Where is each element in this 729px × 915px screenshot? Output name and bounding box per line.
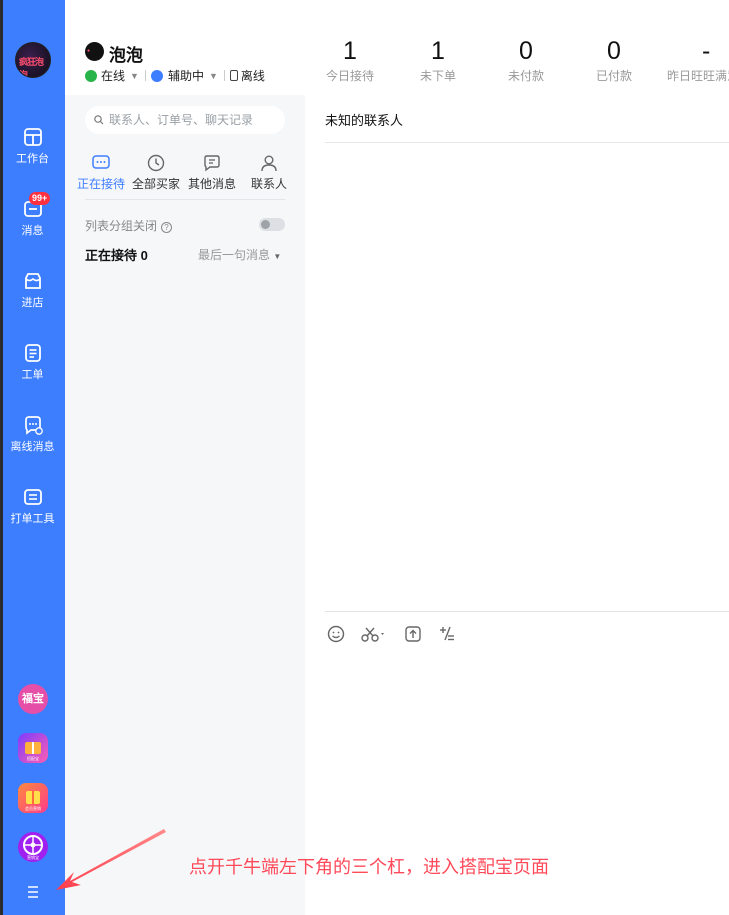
receiving-label: 正在接待 <box>85 248 138 263</box>
receiving-number: 0 <box>140 248 148 263</box>
sidebar-item-message[interactable]: 99+ 消息 <box>0 192 65 238</box>
shop-name: 泡泡 <box>109 46 143 65</box>
clock-icon <box>147 154 165 172</box>
quick-phrase-icon[interactable] <box>437 624 457 644</box>
online-status-icon <box>85 69 97 82</box>
divider <box>325 142 729 143</box>
tab-label: 其他消息 <box>187 177 236 191</box>
sidebar-item-label: 打单工具 <box>10 513 55 525</box>
header: ● 泡泡 在线 ▼ 辅助中 ▼ 离线 1 今日接待 1 未下单 0 未付款 0 … <box>65 0 729 95</box>
tab-receiving[interactable]: 正在接待 <box>74 154 128 192</box>
sort-dropdown[interactable]: 最后一句消息 ▼ <box>198 246 281 263</box>
work-order-icon <box>24 344 41 362</box>
stat-not-ordered: 1 未下单 <box>393 36 483 84</box>
tab-contacts[interactable]: 联系人 <box>242 154 296 192</box>
stat-label: 今日接待 <box>325 69 374 83</box>
person-icon <box>261 155 277 172</box>
receiving-count: 正在接待 0 <box>85 245 148 264</box>
stat-value: 0 <box>519 37 533 65</box>
sidebar-item-offline-message[interactable]: 离线消息 <box>0 414 65 454</box>
stat-yesterday-satisfaction: - 昨日旺旺满意 <box>664 36 729 84</box>
divider <box>325 611 729 612</box>
stat-value: 1 <box>343 37 357 65</box>
print-order-icon <box>23 489 42 505</box>
tab-label: 联系人 <box>250 177 287 191</box>
online-status[interactable]: 在线 <box>101 67 125 84</box>
sidebar-item-workbench[interactable]: 工作台 <box>0 126 65 166</box>
plugin-label: 营销宝 <box>27 855 39 860</box>
hamburger-menu-icon[interactable] <box>22 882 44 902</box>
assist-status[interactable]: 辅助中 <box>168 67 204 84</box>
group-toggle-text: 列表分组关闭 <box>85 219 158 233</box>
annotation-text: 点开千牛端左下角的三个杠，进入搭配宝页面 <box>189 857 549 877</box>
stat-unpaid: 0 未付款 <box>481 36 571 84</box>
group-toggle-switch[interactable] <box>259 218 285 231</box>
account-avatar[interactable]: 疯狂泡泡 <box>15 42 51 78</box>
sidebar-item-store[interactable]: 进店 <box>0 270 65 310</box>
stat-label: 昨日旺旺满意 <box>667 69 729 83</box>
divider <box>223 70 225 81</box>
plugin-label: 会员营销 <box>25 806 41 811</box>
sidebar-item-label: 消息 <box>21 225 44 237</box>
plugin-label: 搭配宝 <box>27 756 39 761</box>
stat-label: 未下单 <box>419 69 456 83</box>
scissors-icon[interactable] <box>360 624 388 644</box>
chat-contact-title: 未知的联系人 <box>325 113 404 128</box>
fubao-plugin-icon[interactable]: 福宝 <box>18 684 48 714</box>
message-badge: 99+ <box>29 192 51 205</box>
shop-avatar: ● <box>85 42 104 61</box>
search-placeholder: 联系人、订单号、聊天记录 <box>109 113 254 127</box>
offline-message-icon <box>24 416 43 435</box>
chevron-down-icon[interactable]: ▼ <box>130 71 139 81</box>
plugin-label: 福宝 <box>22 693 44 705</box>
annotation-arrow-icon <box>56 829 166 890</box>
stat-paid: 0 已付款 <box>569 36 659 84</box>
dapeibao-plugin-icon[interactable]: 搭配宝 <box>18 733 48 763</box>
chevron-down-icon: ▼ <box>273 252 282 261</box>
sidebar-item-print-order[interactable]: 打单工具 <box>0 486 65 526</box>
search-input[interactable]: 联系人、订单号、聊天记录 <box>85 106 285 134</box>
chat-panel: 未知的联系人 <box>305 95 729 915</box>
sidebar-item-label: 进店 <box>21 297 44 309</box>
chat-bubble-icon <box>92 155 110 169</box>
stat-value: 0 <box>607 37 621 65</box>
stat-value: 1 <box>431 37 445 65</box>
sidebar-item-label: 工单 <box>21 369 44 381</box>
contact-list-panel: 联系人、订单号、聊天记录 正在接待 全部买家 其他消息 联系人 列表分组关闭? … <box>65 95 305 915</box>
tab-label: 正在接待 <box>76 177 125 191</box>
sidebar-item-label: 工作台 <box>16 153 49 165</box>
phone-icon <box>229 70 238 81</box>
upload-icon[interactable] <box>403 624 423 644</box>
stat-label: 已付款 <box>595 69 632 83</box>
search-icon <box>94 115 104 125</box>
stat-label: 未付款 <box>507 69 544 83</box>
chevron-down-icon[interactable]: ▼ <box>209 71 218 81</box>
tab-label: 全部买家 <box>131 177 180 191</box>
sidebar: 疯狂泡泡 工作台 99+ 消息 进店 工单 离线消息 打单工具 福宝 搭配宝 会… <box>0 0 65 915</box>
stat-value: - <box>702 37 711 65</box>
workbench-icon <box>23 128 42 146</box>
status-row: 在线 ▼ 辅助中 ▼ 离线 <box>85 67 265 84</box>
assist-mode-icon <box>150 69 163 82</box>
store-icon <box>24 273 41 289</box>
divider <box>144 70 146 81</box>
sort-label: 最后一句消息 <box>198 248 271 262</box>
tab-other-messages[interactable]: 其他消息 <box>185 154 239 192</box>
offline-status[interactable]: 离线 <box>241 67 265 84</box>
tab-all-buyers[interactable]: 全部买家 <box>129 154 183 192</box>
stat-today-received: 1 今日接待 <box>305 36 395 84</box>
message-list-icon <box>204 155 220 172</box>
help-icon[interactable]: ? <box>161 222 173 233</box>
sidebar-item-label: 离线消息 <box>10 441 55 453</box>
group-toggle-label: 列表分组关闭? <box>85 217 173 234</box>
sidebar-item-work-order[interactable]: 工单 <box>0 342 65 382</box>
marketing-plugin-icon[interactable]: 营销宝 <box>18 832 48 862</box>
divider <box>85 199 285 200</box>
account-avatar-text: 疯狂泡泡 <box>19 57 44 78</box>
emoji-icon[interactable] <box>326 624 346 644</box>
member-marketing-plugin-icon[interactable]: 会员营销 <box>18 783 48 813</box>
